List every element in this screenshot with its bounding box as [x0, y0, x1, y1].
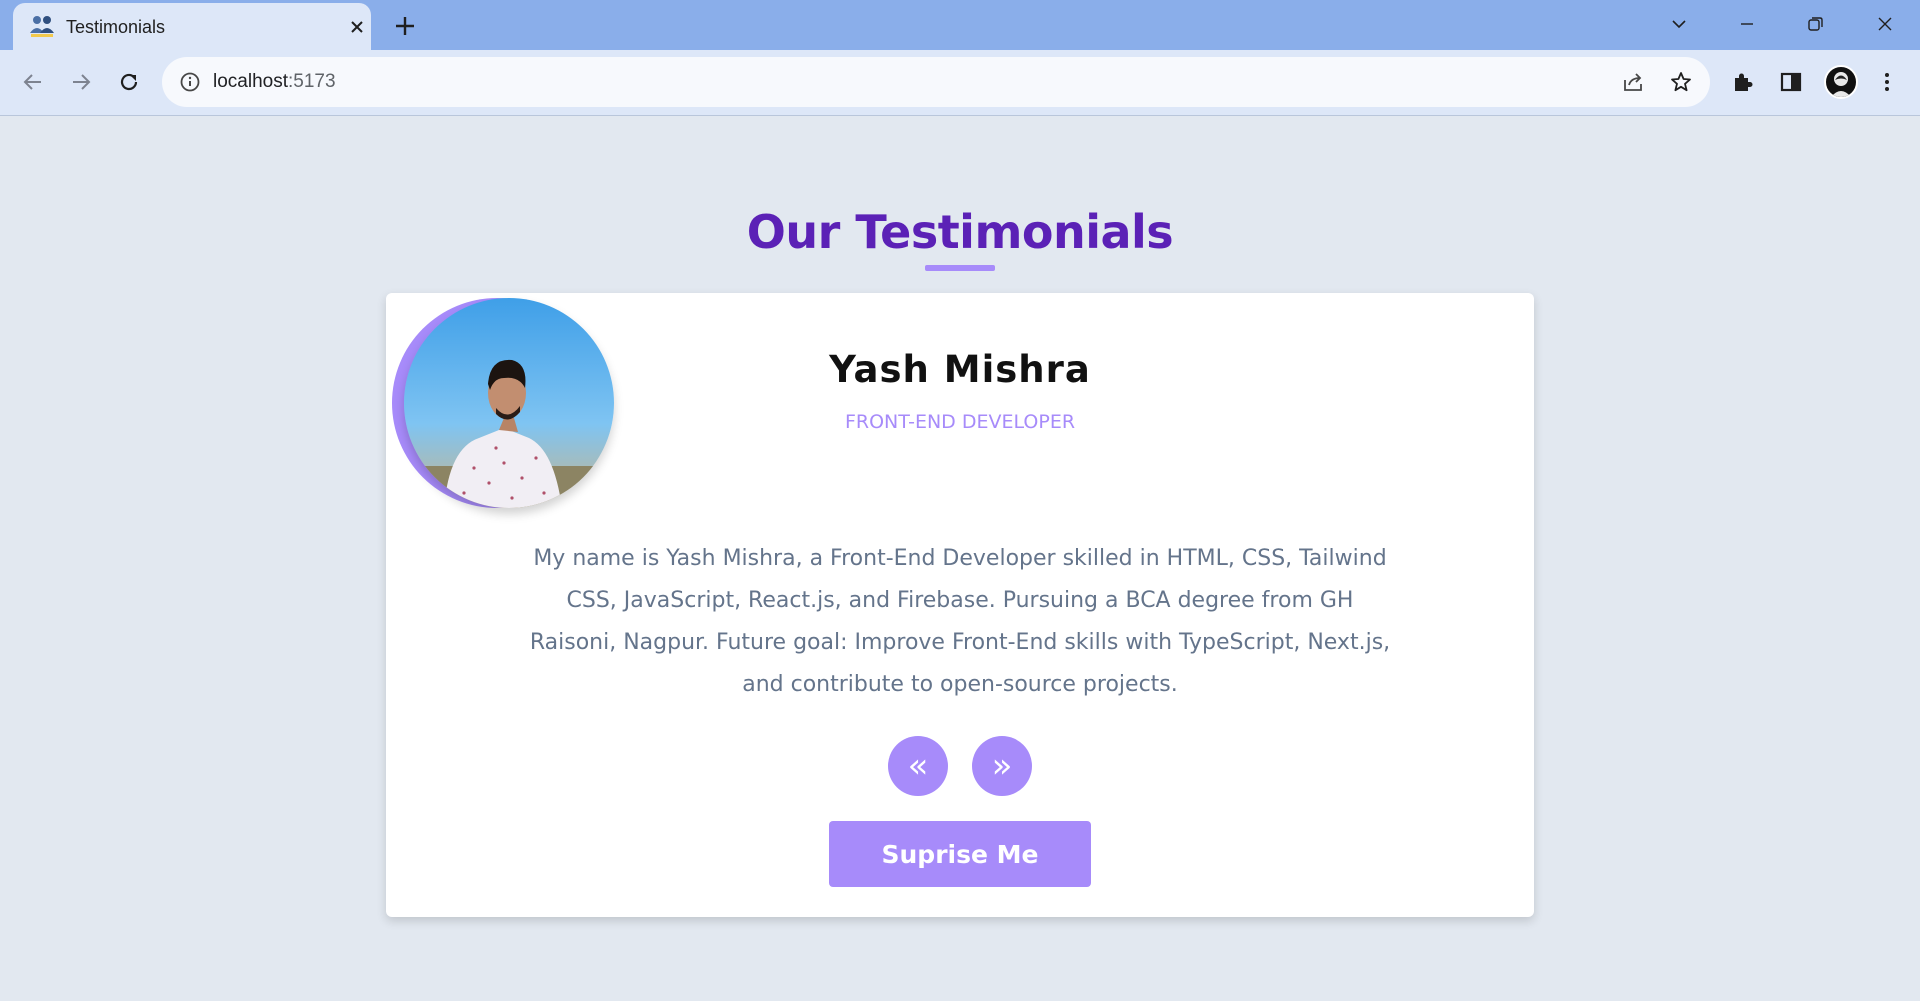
reload-icon[interactable]	[113, 66, 145, 98]
url-host: localhost	[213, 71, 288, 92]
forward-icon[interactable]	[65, 66, 97, 98]
title-underline	[925, 265, 995, 271]
surprise-me-button[interactable]: Suprise Me	[829, 821, 1091, 887]
menu-icon[interactable]	[1871, 66, 1903, 98]
testimonial-bio: My name is Yash Mishra, a Front-End Deve…	[529, 546, 1391, 697]
browser-tab[interactable]: Testimonials	[13, 3, 371, 50]
browser-toolbar: localhost:5173	[0, 50, 1920, 116]
profile-photo	[404, 298, 614, 508]
url-port: :5173	[288, 71, 336, 92]
avatar[interactable]	[1824, 65, 1858, 99]
previous-button[interactable]: «	[888, 736, 948, 796]
url-text: localhost:5173	[213, 71, 336, 93]
next-button[interactable]: »	[972, 736, 1032, 796]
testimonial-name: Yash Mishra	[829, 348, 1091, 391]
minimize-icon[interactable]	[1733, 10, 1761, 38]
restore-icon[interactable]	[1801, 10, 1829, 38]
back-icon[interactable]	[17, 66, 49, 98]
testimonial-card: Yash Mishra FRONT-END DEVELOPER My name …	[386, 293, 1534, 917]
close-icon[interactable]	[345, 15, 369, 39]
testimonial-role: FRONT-END DEVELOPER	[844, 411, 1076, 433]
info-icon[interactable]	[176, 68, 204, 96]
tab-bar: Testimonials	[0, 0, 1920, 50]
star-icon[interactable]	[1667, 68, 1695, 96]
page-title: Our Testimonials	[746, 205, 1174, 259]
people-favicon	[30, 16, 54, 37]
plus-icon[interactable]	[391, 12, 419, 40]
side-panel-icon[interactable]	[1775, 66, 1807, 98]
extensions-icon[interactable]	[1727, 66, 1759, 98]
share-icon[interactable]	[1619, 68, 1647, 96]
address-bar[interactable]: localhost:5173	[162, 57, 1710, 107]
window-close-icon[interactable]	[1871, 10, 1899, 38]
chevron-down-icon[interactable]	[1665, 10, 1693, 38]
tab-title: Testimonials	[66, 17, 166, 37]
